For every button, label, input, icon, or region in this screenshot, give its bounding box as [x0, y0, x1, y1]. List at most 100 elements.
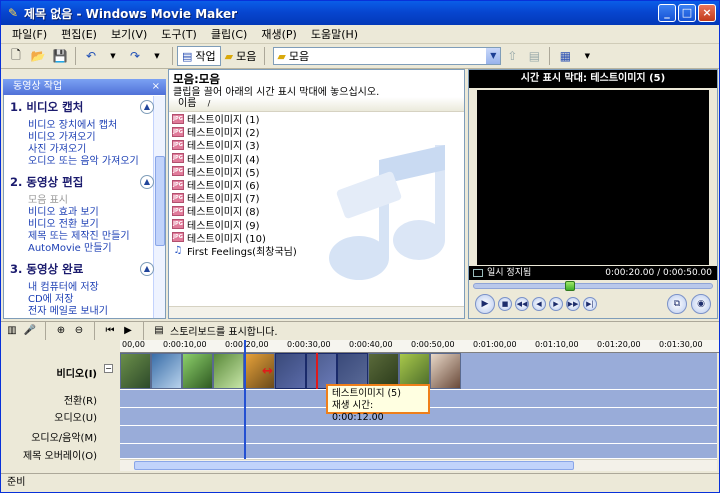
clip-item[interactable]: JPG 테스트이미지 (9)	[172, 218, 297, 232]
video-clip-selected[interactable]	[275, 353, 306, 389]
task-view-effects[interactable]: 비디오 효과 보기	[10, 207, 156, 219]
task-import-video[interactable]: 비디오 가져오기	[10, 132, 156, 144]
video-clip[interactable]	[430, 353, 461, 389]
tasks-button[interactable]: ▤ 작업	[177, 46, 221, 66]
task-make-titles[interactable]: 제목 또는 제작진 만들기	[10, 231, 156, 243]
section-title[interactable]: 3. 동영상 완료	[10, 260, 156, 278]
narrate-icon[interactable]: 🎤	[23, 324, 37, 338]
clip-item[interactable]: JPG 테스트이미지 (7)	[172, 191, 297, 205]
task-save-to-computer[interactable]: 내 컴퓨터에 저장	[10, 282, 156, 294]
views-dropdown-icon[interactable]: ▼	[578, 47, 596, 65]
time-ruler[interactable]: 00,00 0:00:10,00 0:00:20,00 0:00:30,00 0…	[120, 340, 719, 353]
timeline-toolbar: ▥ 🎤 ⊕ ⊖ ⏮ ▶ ▤ 스토리보드를 표시합니다.	[1, 321, 719, 340]
jpg-icon: JPG	[172, 192, 184, 203]
minimize-button[interactable]: _	[658, 4, 676, 22]
rewind-icon[interactable]: ◀	[532, 297, 546, 311]
previous-frame-icon[interactable]: ◀◀	[515, 297, 529, 311]
seek-handle[interactable]	[565, 281, 576, 291]
menu-help[interactable]: 도움말(H)	[304, 26, 365, 42]
title-overlay-track-label[interactable]: 제목 오버레이(O)	[23, 447, 97, 462]
chevron-up-icon[interactable]: ▲	[140, 262, 154, 276]
menu-tools[interactable]: 도구(T)	[154, 26, 204, 42]
transition-track-label[interactable]: 전환(R)	[64, 392, 97, 407]
play-timeline-icon[interactable]: ▶	[121, 324, 135, 338]
clip-item[interactable]: JPG 테스트이미지 (4)	[172, 152, 297, 166]
collection-select-value: 모음	[288, 50, 310, 63]
playback-indicator[interactable]	[244, 340, 246, 460]
clip-item[interactable]: JPG 테스트이미지 (3)	[172, 138, 297, 152]
up-level-icon[interactable]: ⇧	[503, 47, 521, 65]
video-clip[interactable]	[213, 353, 244, 389]
clip-item[interactable]: JPG 테스트이미지 (1)	[172, 112, 297, 126]
close-button[interactable]: ×	[698, 4, 716, 22]
task-send-email[interactable]: 전자 메일로 보내기	[10, 306, 156, 318]
maximize-button[interactable]: □	[678, 4, 696, 22]
clip-item[interactable]: JPG 테스트이미지 (8)	[172, 204, 297, 218]
zoom-in-icon[interactable]: ⊕	[54, 324, 68, 338]
set-audio-levels-icon[interactable]: ▥	[5, 324, 19, 338]
clip-item[interactable]: JPG 테스트이미지 (10)	[172, 231, 297, 245]
clip-item[interactable]: ♫ First Feelings(최창국님)	[172, 244, 297, 258]
clip-item[interactable]: JPG 테스트이미지 (6)	[172, 178, 297, 192]
audio-music-track[interactable]	[120, 426, 717, 444]
chevron-down-icon[interactable]: ▼	[486, 48, 501, 64]
zoom-out-icon[interactable]: ⊖	[72, 324, 86, 338]
task-import-audio[interactable]: 오디오 또는 음악 가져오기	[10, 156, 156, 168]
scrollbar-thumb[interactable]	[155, 156, 165, 246]
scrollbar-thumb[interactable]	[134, 461, 574, 470]
redo-icon[interactable]: ↷	[126, 47, 144, 65]
storyboard-icon[interactable]: ▤	[152, 324, 166, 338]
play-icon[interactable]: ▶	[475, 294, 495, 314]
audio-music-track-label[interactable]: 오디오/음악(M)	[31, 429, 97, 444]
video-clip[interactable]	[120, 353, 151, 389]
stop-icon[interactable]: ■	[498, 297, 512, 311]
task-automovie[interactable]: AutoMovie 만들기	[10, 243, 156, 255]
next-frame-icon[interactable]: ▶▶	[566, 297, 580, 311]
ruler-tick-label: 0:00:10,00	[163, 340, 207, 349]
menu-edit[interactable]: 편집(E)	[54, 26, 104, 42]
split-clip-icon[interactable]: ⧉	[667, 294, 687, 314]
collections-label: 모음	[236, 50, 257, 63]
title-overlay-track[interactable]	[120, 444, 717, 459]
menu-clip[interactable]: 클립(C)	[204, 26, 255, 42]
video-clip[interactable]	[151, 353, 182, 389]
redo-dropdown-icon[interactable]: ▼	[148, 47, 166, 65]
collection-select[interactable]: ▰ 모음 ▼	[273, 47, 502, 65]
contents-horizontal-scrollbar[interactable]	[169, 306, 464, 318]
new-project-icon[interactable]: 🗋	[7, 47, 25, 65]
section-title[interactable]: 2. 동영상 편집	[10, 173, 156, 191]
forward-icon[interactable]: ▶	[549, 297, 563, 311]
section-finish: 3. 동영상 완료 ▲ 내 컴퓨터에 저장 CD에 저장 전자 메일로 보내기	[10, 260, 156, 318]
open-project-icon[interactable]: 📂	[29, 47, 47, 65]
video-track-label[interactable]: 비디오(I)	[57, 365, 97, 380]
clip-item[interactable]: JPG 테스트이미지 (2)	[172, 125, 297, 139]
menu-play[interactable]: 재생(P)	[254, 26, 303, 42]
section-title[interactable]: 1. 비디오 캡처	[10, 98, 156, 116]
task-view-transitions[interactable]: 비디오 전환 보기	[10, 219, 156, 231]
rewind-timeline-icon[interactable]: ⏮	[103, 324, 117, 338]
undo-dropdown-icon[interactable]: ▼	[104, 47, 122, 65]
close-icon[interactable]: ×	[152, 79, 160, 95]
take-picture-icon[interactable]: ◉	[691, 294, 711, 314]
task-capture-from-device[interactable]: 비디오 장치에서 캡처	[10, 120, 156, 132]
fast-forward-icon[interactable]: ▶|	[583, 297, 597, 311]
chevron-up-icon[interactable]: ▲	[140, 175, 154, 189]
video-clip[interactable]	[182, 353, 213, 389]
new-folder-icon[interactable]: ▤	[525, 47, 543, 65]
task-save-to-cd[interactable]: CD에 저장	[10, 294, 156, 306]
storyboard-toggle-label[interactable]: 스토리보드를 표시합니다.	[170, 323, 278, 338]
chevron-up-icon[interactable]: ▲	[140, 100, 154, 114]
save-project-icon[interactable]: 💾	[51, 47, 69, 65]
seek-bar[interactable]	[473, 281, 713, 291]
timeline-horizontal-scrollbar[interactable]	[120, 459, 717, 471]
undo-icon[interactable]: ↶	[82, 47, 100, 65]
menu-file[interactable]: 파일(F)	[5, 26, 54, 42]
collections-button[interactable]: ▰ 모음	[221, 46, 261, 66]
views-icon[interactable]: ▦	[556, 47, 574, 65]
clip-item[interactable]: JPG 테스트이미지 (5)	[172, 165, 297, 179]
menu-view[interactable]: 보기(V)	[104, 26, 154, 42]
collapse-icon[interactable]: −	[104, 364, 113, 373]
name-column-header[interactable]: 이름 /	[169, 97, 464, 112]
audio-track-label[interactable]: 오디오(U)	[54, 409, 97, 424]
task-import-pictures[interactable]: 사진 가져오기	[10, 144, 156, 156]
